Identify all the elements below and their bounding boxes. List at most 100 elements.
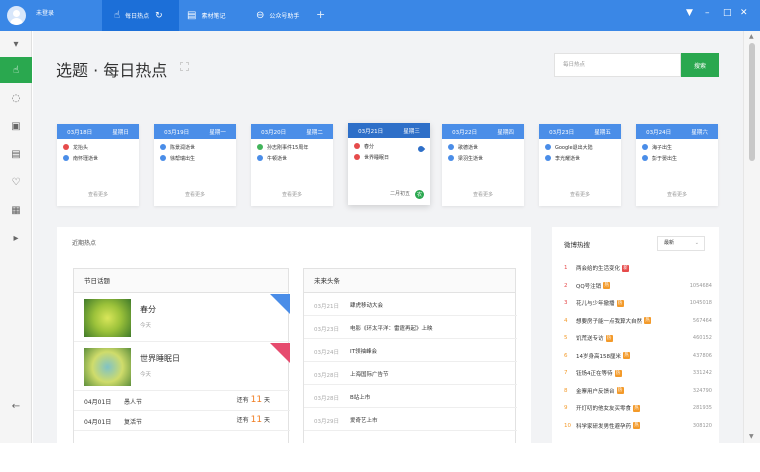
day-event[interactable]: 歌德逝世 [448,144,524,151]
festival-name: 春分 [140,305,156,314]
hot-badge: 热 [623,352,630,359]
calendar-icon[interactable]: ▣ [0,113,32,139]
tab-daily-hot[interactable]: ☝ 每日热点 ↻ [102,0,179,31]
day-card[interactable]: 03月23日 星期五 Google退出大陆 李光耀逝世 查看更多 [539,124,621,206]
see-more-link[interactable]: 查看更多 [636,191,718,198]
headline-item[interactable]: 03月24日 IT领袖峰会 [304,340,517,362]
dot-icon [642,144,648,150]
recent-hot-panel: 近期热点 节日话题 春分 今天 世界睡眠日 今天 04月01日 愚人节 还有 1… [57,227,531,443]
headline-item[interactable]: 03月29日 爱奇艺上市 [304,409,517,431]
festival-featured-item[interactable]: 春分 今天 [74,294,290,342]
day-weekday: 星期三 [403,128,420,135]
weibo-hot-item[interactable]: 5 饥荒送专访热 460152 [564,332,712,344]
day-event[interactable]: 南怀瑾逝世 [63,155,139,162]
festival-day: 今天 [140,372,152,378]
weibo-hot-item[interactable]: 2 QQ号注销热 1054684 [564,280,712,292]
collapse-arrow-icon[interactable]: ▾ [0,31,32,57]
weibo-hot-item[interactable]: 1 两会给的生活变化新 [564,262,712,274]
weibo-hot-item[interactable]: 10 科学家研发男性避孕药热 308120 [564,420,712,432]
login-status[interactable]: 未登录 [36,8,54,17]
day-weekday: 星期日 [112,129,129,136]
festival-list-item[interactable]: 04月01日 愚人节 还有 11 天 [74,392,290,411]
dot-icon [642,155,648,161]
vertical-scrollbar[interactable]: ▲ ▼ [743,31,760,443]
day-event[interactable]: 孙志刚事件15周年 [257,144,333,151]
day-date: 03月21日 [358,128,384,135]
weibo-hot-item[interactable]: 8 金寨用户反馈台热 324790 [564,385,712,397]
day-event[interactable]: 陈景润逝世 [160,144,236,151]
see-more-link[interactable]: 查看更多 [154,191,236,198]
headline-item[interactable]: 03月23日 电影《环太平洋：雷霆再起》上映 [304,317,517,339]
scroll-thumb[interactable] [749,43,755,161]
festival-list-item[interactable]: 04月01日 复活节 还有 11 天 [74,412,290,431]
sidebar: ▾ ☝ ◌ ▣ ▤ ♡ ▦ ▸ ← [0,31,32,443]
day-card[interactable]: 03月22日 星期四 歌德逝世 梁羽生逝世 查看更多 [442,124,524,206]
day-event[interactable]: 彭于晏出生 [642,155,718,162]
weibo-hot-item[interactable]: 6 14岁身高158厘米热 437806 [564,350,712,362]
menu-button[interactable]: ▼ [686,8,693,18]
day-event[interactable]: 梁羽生逝世 [448,155,524,162]
day-event[interactable]: 世界睡眠日 [354,154,430,161]
chevron-down-icon: ⌄ [694,240,699,246]
hand-pointer-icon[interactable]: ☝ [0,57,32,83]
search-button[interactable]: 搜索 [681,53,719,77]
weibo-hot-item[interactable]: 7 钰炀4正在等待热 331242 [564,367,712,379]
headline-item[interactable]: 03月28日 上海国际广告节 [304,363,517,385]
maximize-button[interactable]: □ [723,8,732,18]
day-card[interactable]: 03月19日 星期一 陈景润逝世 徐帮瑞出生 查看更多 [154,124,236,206]
day-date: 03月20日 [261,129,287,136]
day-card[interactable]: 03月20日 星期二 孙志刚事件15周年 牛顿逝世 查看更多 [251,124,333,206]
hot-badge: 热 [605,334,613,342]
scroll-down-icon[interactable]: ▼ [749,433,754,440]
festival-featured-item[interactable]: 世界睡眠日 今天 [74,343,290,391]
day-card[interactable]: 03月18日 星期日 龙抬头 南怀瑾逝世 查看更多 [57,124,139,206]
avatar[interactable] [7,6,26,25]
assistant-icon: ⊖ [256,10,265,21]
scroll-up-icon[interactable]: ▲ [749,33,754,40]
tab-material-notes[interactable]: ▤ 素材笔记 [181,0,247,31]
add-tab-button[interactable]: + [316,8,325,21]
tab-official-account[interactable]: ⊖ 公众号助手 [250,0,314,31]
day-event[interactable]: 牛顿逝世 [257,155,333,162]
rank-number: 3 [564,300,568,306]
weibo-hot-text: 开灯叨的他女友买零食 [576,406,632,412]
day-card[interactable]: 03月24日 星期六 海子出生 彭于晏出生 查看更多 [636,124,718,206]
headline-item[interactable]: 03月21日 肆虎移动大会 [304,294,517,316]
search-doc-icon[interactable]: ▦ [0,197,32,223]
recent-hot-title: 近期热点 [72,240,97,247]
see-more-link[interactable]: 查看更多 [442,191,524,198]
sort-select[interactable]: 最新 ⌄ [657,236,705,251]
day-event[interactable]: 李光耀逝世 [545,155,621,162]
weibo-hot-text: 花儿与少年撤播 [576,301,615,307]
headline-text: 爱奇艺上市 [350,418,378,424]
headline-item[interactable]: 03月28日 B站上市 [304,386,517,408]
rank-number: 10 [564,422,571,429]
document-icon[interactable]: ▤ [0,141,32,167]
see-more-link[interactable]: 查看更多 [539,191,621,198]
thumb-up-icon[interactable]: ♡ [0,169,32,195]
day-event[interactable]: 海子出生 [642,144,718,151]
tab-label: 素材笔记 [201,13,226,20]
weibo-hot-item[interactable]: 9 开灯叨的他女友买零食热 281935 [564,402,712,414]
headline-date: 03月21日 [314,304,339,310]
back-arrow-icon[interactable]: ← [0,393,32,419]
day-event[interactable]: Google退出大陆 [545,144,621,151]
weibo-hot-text: 金寨用户反馈台 [576,388,615,395]
day-card-today[interactable]: 03月21日 星期三 春分 世界睡眠日 二月初五 农 [348,123,430,205]
weibo-hot-item[interactable]: 3 花儿与少年撤播热 1045018 [564,297,712,309]
day-date: 03月18日 [67,129,93,136]
expand-arrow-icon[interactable]: ▸ [0,225,32,251]
refresh-icon[interactable]: ↻ [155,11,163,21]
close-button[interactable]: ✕ [740,8,748,18]
heat-value: 1054684 [689,282,712,289]
search-input[interactable]: 每日热点 [554,53,681,77]
see-more-link[interactable]: 查看更多 [251,191,333,198]
weibo-hot-item[interactable]: 4 想要房子能一点我算大自然热 567464 [564,315,712,327]
rank-number: 6 [564,352,568,359]
chat-bubble-icon[interactable]: ◌ [0,85,32,111]
day-event[interactable]: 龙抬头 [63,144,139,151]
see-more-link[interactable]: 查看更多 [57,191,139,198]
heat-value: 1045018 [689,300,712,306]
day-event[interactable]: 徐帮瑞出生 [160,155,236,162]
minimize-button[interactable]: – [705,8,710,18]
